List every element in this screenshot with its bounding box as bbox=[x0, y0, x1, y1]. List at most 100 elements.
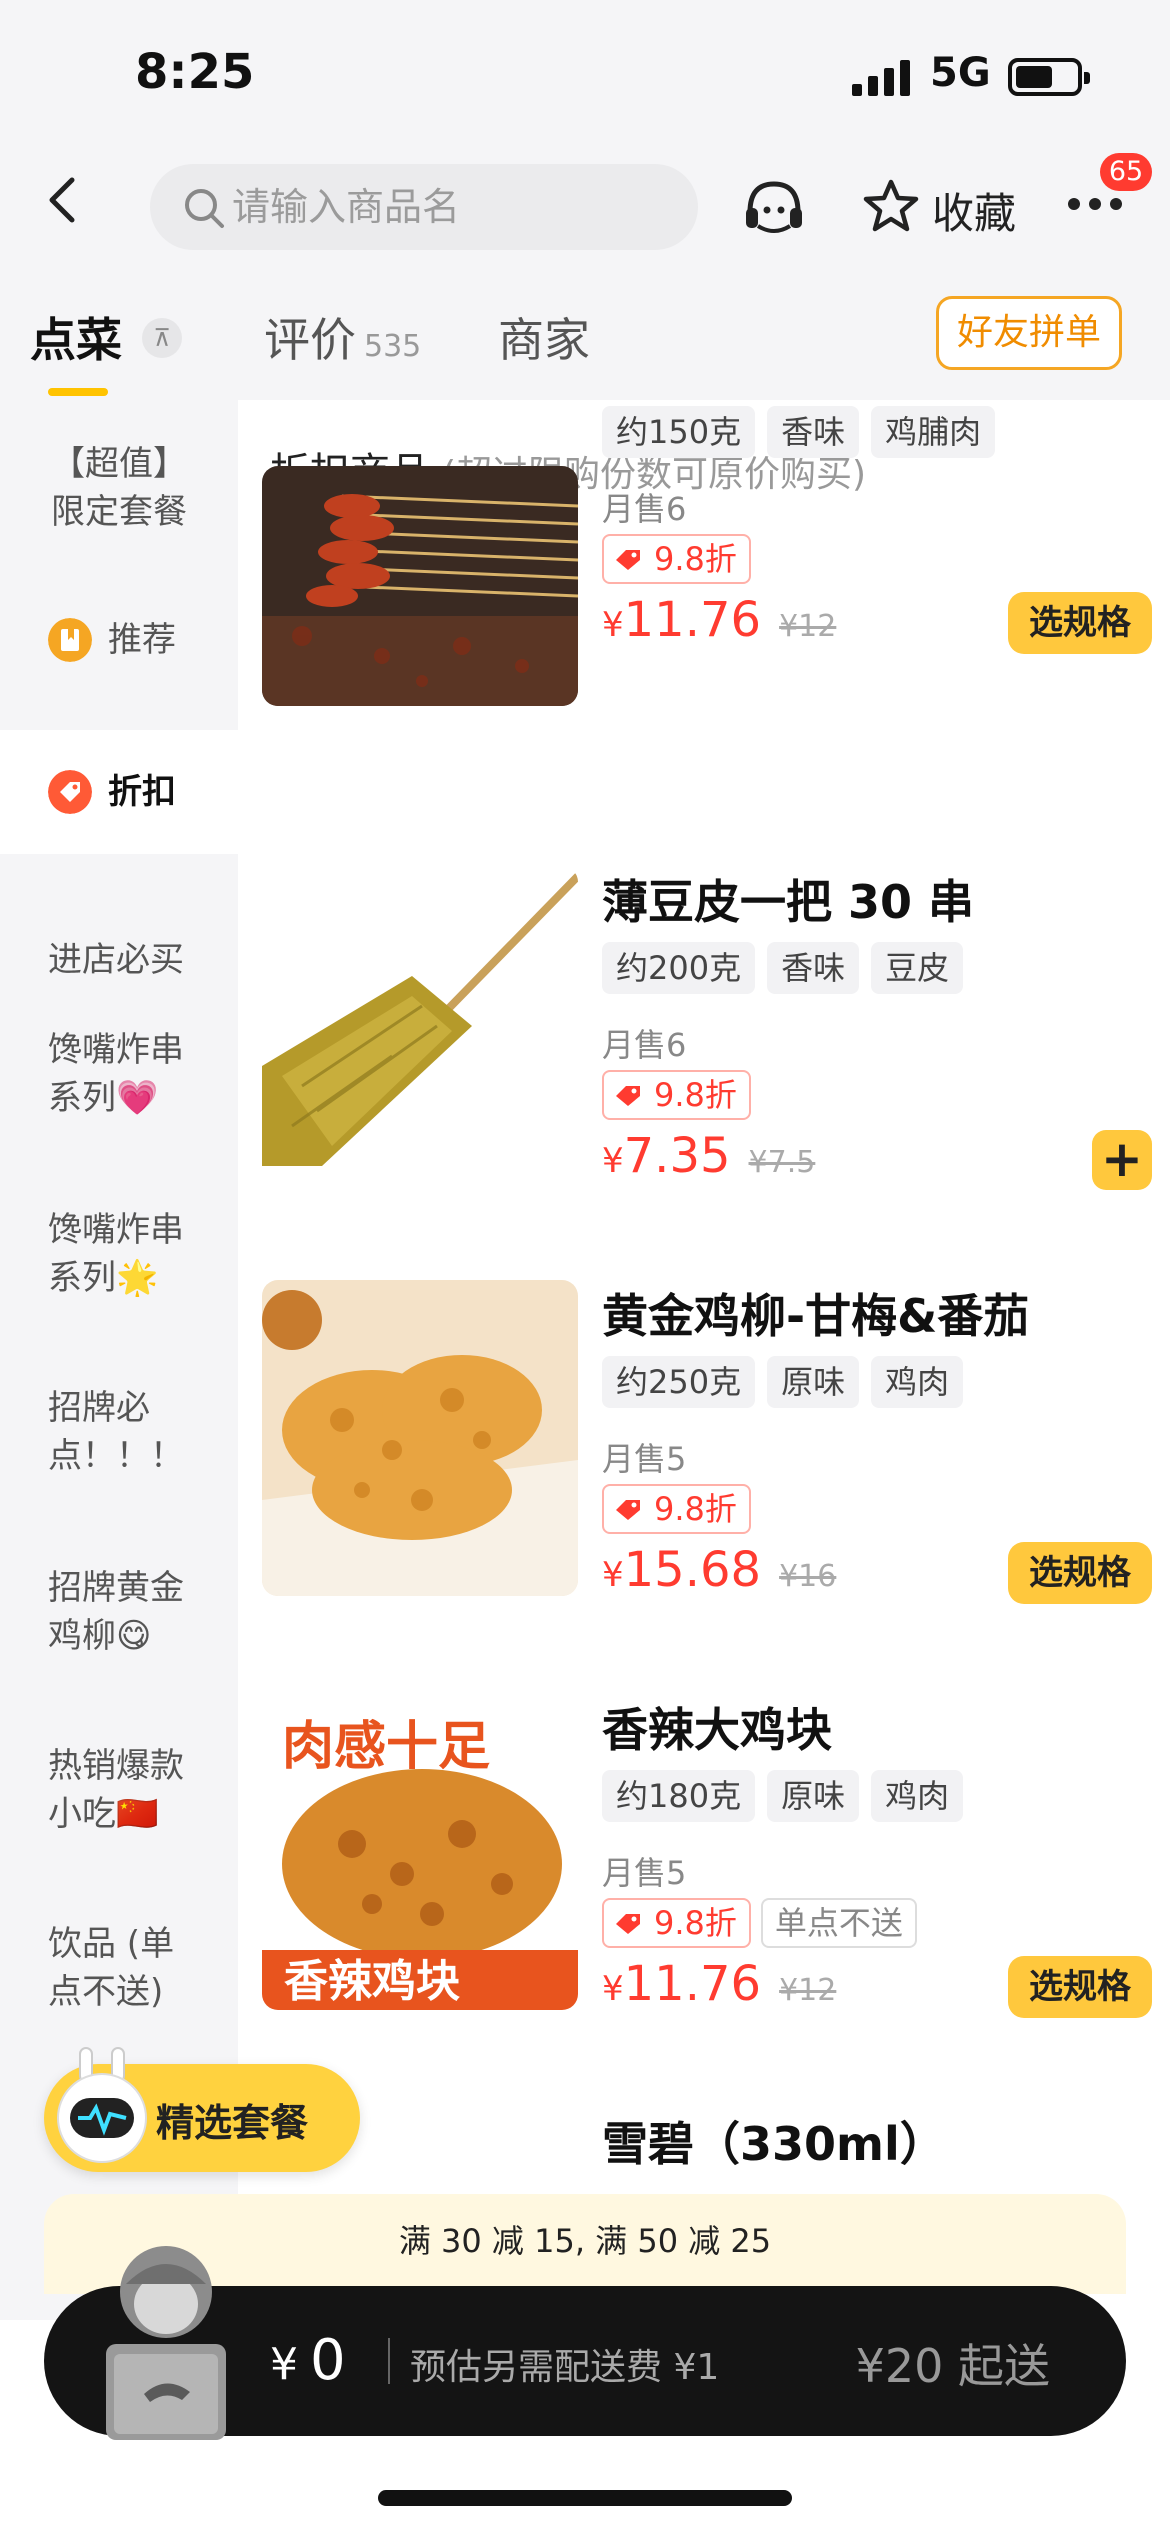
discount-tag-icon bbox=[616, 1500, 640, 1520]
sidebar-item-label: 热销爆款小吃🇨🇳 bbox=[48, 1746, 184, 1834]
product-name: 薄豆皮一把 30 串 bbox=[602, 875, 975, 929]
image-caption-top: 肉感十足 bbox=[282, 1717, 490, 1777]
product-tags: 约250克 原味 鸡肉 bbox=[602, 1356, 975, 1410]
sidebar-item-hot-snacks[interactable]: 热销爆款小吃🇨🇳 bbox=[0, 1742, 238, 1852]
sidebar-item-drinks[interactable]: 饮品 (单点不送) bbox=[0, 1920, 238, 2030]
favorite-label: 收藏 bbox=[932, 189, 1017, 238]
status-bar: 8:25 5G bbox=[0, 0, 1170, 150]
cellular-signal-icon bbox=[852, 60, 910, 96]
original-price: ¥7.5 bbox=[748, 1145, 816, 1180]
product-list: 折扣商品(超过限购份数可原价购买) bbox=[238, 400, 1170, 2320]
friend-group-order-button[interactable]: 好友拼单 bbox=[936, 296, 1122, 370]
price: ¥7.35 ¥7.5 bbox=[602, 1128, 815, 1184]
discount-tag-icon bbox=[616, 550, 640, 570]
product-card[interactable]: 约150克 香味 鸡脯肉 月售6 9.8折 ¥11.76 ¥12 选规格 bbox=[262, 400, 1152, 706]
product-image bbox=[262, 866, 578, 1182]
tab-order[interactable]: 点菜 bbox=[30, 304, 122, 370]
sidebar-item-discount[interactable]: 折扣 bbox=[0, 730, 238, 854]
discount-tag-icon bbox=[48, 770, 92, 814]
price-currency: ¥ bbox=[602, 605, 624, 645]
back-arrow-icon[interactable] bbox=[36, 170, 96, 230]
discount-row: 9.8折 bbox=[602, 534, 761, 586]
price-value: 11.76 bbox=[623, 1956, 762, 2012]
sidebar-item-label: 进店必买 bbox=[48, 940, 184, 980]
tab-merchant[interactable]: 商家 bbox=[498, 304, 590, 370]
monthly-sales: 月售6 bbox=[602, 490, 687, 528]
product-card[interactable]: 薄豆皮一把 30 串 约200克 香味 豆皮 月售6 9.8折 ¥7.35 ¥7.5 … bbox=[262, 866, 1152, 1190]
favorite-button[interactable]: 收藏 bbox=[862, 174, 1022, 238]
discount-row: 9.8折 单点不送 bbox=[602, 1898, 917, 1950]
monthly-sales: 月售6 bbox=[602, 1026, 687, 1064]
status-time: 8:25 bbox=[135, 44, 255, 100]
message-count-badge: 65 bbox=[1100, 153, 1152, 191]
sidebar-item-label: 馋嘴炸串系列🌟 bbox=[48, 1210, 184, 1298]
product-name: 黄金鸡柳-甘梅&番茄 bbox=[602, 1289, 1030, 1343]
sidebar-item-recommend[interactable]: 推荐 bbox=[0, 610, 238, 670]
discount-label: 9.8折 bbox=[654, 1490, 737, 1528]
price-currency: ¥ bbox=[602, 1969, 624, 2009]
divider bbox=[388, 2338, 390, 2384]
sidebar-item-label: 【超值】限定套餐 bbox=[51, 444, 187, 532]
discount-label: 9.8折 bbox=[654, 1076, 737, 1114]
select-spec-button[interactable]: 选规格 bbox=[1008, 1542, 1152, 1604]
tab-order-label: 点菜 bbox=[30, 313, 122, 367]
product-tag: 鸡脯肉 bbox=[871, 406, 996, 458]
monthly-sales: 月售5 bbox=[602, 1854, 687, 1892]
customer-service-icon[interactable] bbox=[742, 176, 806, 240]
sidebar-item-value-set[interactable]: 【超值】限定套餐 bbox=[0, 440, 238, 550]
select-spec-button[interactable]: 选规格 bbox=[1008, 592, 1152, 654]
discount-badge: 9.8折 bbox=[602, 1484, 751, 1534]
discount-row: 9.8折 bbox=[602, 1484, 761, 1536]
original-price: ¥16 bbox=[779, 1559, 837, 1594]
network-type: 5G bbox=[930, 50, 991, 96]
search-icon bbox=[185, 189, 224, 228]
add-to-cart-button[interactable]: + bbox=[1092, 1130, 1152, 1190]
product-tag: 原味 bbox=[767, 1356, 860, 1408]
sidebar-item-label: 饮品 (单点不送) bbox=[48, 1924, 175, 2012]
star-icon bbox=[863, 179, 919, 232]
product-name: 雪碧（330ml） bbox=[602, 2117, 946, 2171]
discount-badge: 9.8折 bbox=[602, 534, 751, 584]
discount-row: 9.8折 bbox=[602, 1070, 761, 1122]
sidebar-item-fried-skewers-2[interactable]: 馋嘴炸串系列🌟 bbox=[0, 1206, 238, 1316]
cart-amount: 0 bbox=[310, 2328, 346, 2393]
recommend-icon bbox=[48, 618, 92, 662]
tab-reviews[interactable]: 评价 535 bbox=[264, 304, 421, 370]
sidebar-item-signature[interactable]: 招牌必点！！！ bbox=[0, 1384, 238, 1494]
sidebar-item-label: 招牌黄金鸡柳😋 bbox=[48, 1568, 184, 1656]
delivery-fee: 预估另需配送费 ¥1 bbox=[410, 2347, 720, 2388]
top-nav-bar: 收藏 65 bbox=[0, 150, 1170, 260]
search-bar[interactable] bbox=[150, 164, 698, 250]
product-image: 肉感十足 香辣鸡块 bbox=[262, 1694, 578, 2010]
pin-top-icon[interactable]: ⊼ bbox=[142, 318, 182, 358]
sidebar-item-fried-skewers-1[interactable]: 馋嘴炸串系列💗 bbox=[0, 1026, 238, 1136]
price: ¥15.68 ¥16 bbox=[602, 1542, 836, 1598]
monthly-sales: 月售5 bbox=[602, 1440, 687, 1478]
delivery-rider-icon[interactable] bbox=[86, 2234, 246, 2444]
price-currency: ¥ bbox=[602, 1555, 624, 1595]
select-spec-button[interactable]: 选规格 bbox=[1008, 1956, 1152, 2018]
product-tag: 约150克 bbox=[602, 406, 756, 458]
tab-bar: 点菜 ⊼ 评价 535 商家 好友拼单 bbox=[0, 260, 1170, 400]
discount-badge: 9.8折 bbox=[602, 1070, 751, 1120]
discount-tag-icon bbox=[616, 1914, 640, 1934]
discount-tag-icon bbox=[616, 1086, 640, 1106]
sidebar-item-chicken-strips[interactable]: 招牌黄金鸡柳😋 bbox=[0, 1564, 238, 1674]
minimum-order[interactable]: ¥20 起送 bbox=[856, 2330, 1050, 2396]
product-name: 香辣大鸡块 bbox=[602, 1703, 832, 1757]
product-tag: 香味 bbox=[767, 406, 860, 458]
product-tag: 鸡肉 bbox=[871, 1356, 964, 1408]
discount-label: 9.8折 bbox=[654, 540, 737, 578]
product-tag: 鸡肉 bbox=[871, 1770, 964, 1822]
active-tab-indicator bbox=[48, 388, 108, 396]
price-currency: ¥ bbox=[602, 1141, 624, 1181]
featured-combo-button[interactable]: 精选套餐 bbox=[44, 2047, 360, 2172]
original-price: ¥12 bbox=[779, 609, 837, 644]
product-tag: 香味 bbox=[767, 942, 860, 994]
sidebar-item-must-buy[interactable]: 进店必买 bbox=[0, 936, 238, 996]
product-card[interactable]: 肉感十足 香辣鸡块 香辣大鸡块 约180克 原味 鸡肉 月售5 9.8折 单点不送 … bbox=[262, 1694, 1152, 2018]
product-tags: 约180克 原味 鸡肉 bbox=[602, 1770, 975, 1824]
sidebar-item-label: 推荐 bbox=[108, 620, 176, 660]
search-input[interactable] bbox=[232, 178, 672, 236]
product-card[interactable]: 黄金鸡柳-甘梅&番茄 约250克 原味 鸡肉 月售5 9.8折 ¥15.68 ¥16 … bbox=[262, 1280, 1152, 1604]
